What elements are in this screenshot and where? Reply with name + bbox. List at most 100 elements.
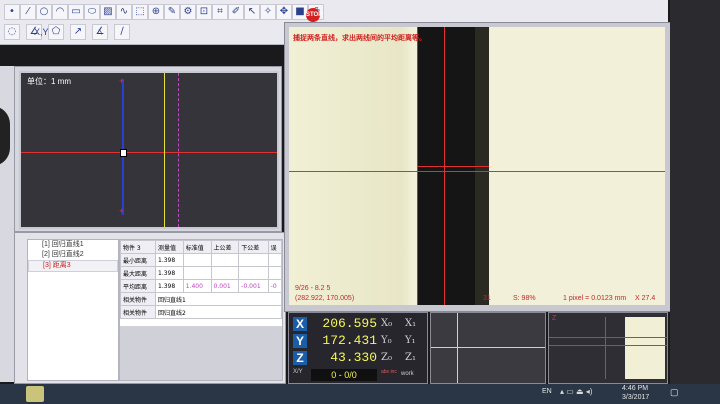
app-taskbar-icon[interactable] — [26, 386, 44, 402]
mini-bright-area — [625, 317, 665, 379]
pan-icon[interactable]: ✥ — [276, 4, 292, 20]
tree-item[interactable]: [1] 回归直线1 — [28, 240, 118, 250]
left-side-strip — [0, 66, 15, 290]
inc-label[interactable]: abs inc — [381, 369, 397, 375]
rect-icon[interactable]: ▭ — [68, 4, 84, 20]
tree-item-label: 回归直线1 — [51, 241, 84, 248]
frame-icon[interactable]: ⊡ — [196, 4, 212, 20]
mini-yellow-h — [431, 347, 545, 348]
results-row[interactable]: 最大距离 1.398 — [120, 266, 282, 280]
results-cell — [182, 253, 212, 267]
results-header-cell: 上公差 — [210, 240, 240, 254]
counter-display: 0 - 0/0 — [311, 369, 377, 381]
tree-item[interactable]: [2] 回归直线2 — [28, 250, 118, 260]
results-cell — [210, 266, 240, 280]
results-cell: 1.398 — [155, 253, 184, 267]
curve-icon[interactable]: ∿ — [116, 4, 132, 20]
z-value: 43.330 — [330, 350, 377, 365]
coord-line-1: 9/26 - 8.2 5 — [295, 285, 331, 292]
top-marker-icon: + — [119, 76, 125, 86]
z1-label[interactable]: Z₁ — [405, 352, 416, 363]
angle2-icon[interactable]: ∡ — [92, 24, 108, 40]
results-cell: 0.001 — [210, 279, 240, 293]
x0-label[interactable]: X₀ — [381, 318, 392, 329]
arrow-icon[interactable]: ↗ — [70, 24, 86, 40]
tree-item-index: [1] — [42, 241, 52, 248]
circle-icon[interactable]: ○ — [36, 4, 52, 20]
lasso-icon[interactable]: ◌ — [4, 24, 20, 40]
slash-icon[interactable]: ∕ — [114, 24, 130, 40]
results-row[interactable]: 平均距离 1.398 1.400 0.001 -0.001 -0 — [120, 279, 282, 293]
y-value: 172.431 — [322, 333, 377, 348]
clock-date[interactable]: 3/3/2017 — [622, 394, 649, 401]
results-table-wrap: 物件 3 测量值 标准值 上公差 下公差误最小距离 1.398 最大距离 1.398 平均距离 1… — [119, 239, 283, 381]
cad-canvas[interactable]: 单位：1 mm + + — [19, 71, 279, 229]
instruction-text: 捕捉两条直线，求出两线间的平均距离等。 — [293, 35, 426, 42]
tray-icons[interactable]: ▴ ▭ ⏏ ◂) — [560, 387, 592, 396]
y0-label[interactable]: Y₀ — [381, 335, 392, 346]
compass-icon[interactable]: ✧ — [260, 4, 276, 20]
camera-window: 捕捉两条直线，求出两线间的平均距离等。 9/26 - 8.2 5 (282.92… — [284, 22, 672, 312]
marker-point[interactable] — [120, 149, 127, 157]
measure-icon[interactable]: ⊕ — [148, 4, 164, 20]
point-icon[interactable]: • — [4, 4, 20, 20]
results-cell: 最大距离 — [120, 266, 156, 280]
status-x: X 27.4 — [635, 295, 656, 302]
bottom-left-strip — [0, 290, 14, 382]
monitor-bezel — [670, 0, 720, 384]
select-icon[interactable]: ⬚ — [132, 4, 148, 20]
camera-image[interactable]: 捕捉两条直线，求出两线间的平均距离等。 9/26 - 8.2 5 (282.92… — [289, 27, 665, 305]
taskbar: EN ▴ ▭ ⏏ ◂) 4:46 PM 3/3/2017 ▢ — [0, 384, 720, 404]
stop-button[interactable]: STOP — [306, 8, 322, 22]
results-table: 物件 3 测量值 标准值 上公差 下公差误最小距离 1.398 最大距离 1.398 平均距离 1… — [120, 240, 282, 319]
results-row[interactable]: 最小距离 1.398 — [120, 253, 282, 267]
results-header-cell: 误 — [267, 240, 282, 254]
results-header-cell: 物件 3 — [120, 240, 156, 254]
mini-red-h1 — [549, 337, 667, 338]
related-value: 回归直线2 — [155, 305, 282, 319]
dro-panel: X 206.595 X₀ X₁ Y 172.431 Y₀ Y₁ Z 43.330… — [288, 312, 428, 384]
y1-label[interactable]: Y₁ — [405, 335, 416, 346]
arc-icon[interactable]: ◠ — [52, 4, 68, 20]
hatch-icon[interactable]: ▨ — [100, 4, 116, 20]
mini-view-2[interactable]: Z — [548, 312, 668, 384]
xy-button[interactable]: X,Y — [34, 27, 49, 37]
clock-time[interactable]: 4:46 PM — [622, 385, 648, 392]
y-axis-label: Y — [293, 334, 307, 348]
results-empty-area — [120, 326, 282, 380]
z0-label[interactable]: Z₀ — [381, 352, 392, 363]
pen-icon[interactable]: ✐ — [228, 4, 244, 20]
related-row[interactable]: 相关物件 回归直线2 — [120, 305, 282, 319]
bottom-left-panel: [1] 回归直线1 [2] 回归直线2 [3] 距离3 物件 3 测量值 标准值 上公差下… — [14, 232, 286, 384]
results-header-cell: 下公差 — [238, 240, 269, 254]
results-cell — [210, 253, 240, 267]
results-cell: 1.398 — [155, 279, 184, 293]
results-cell: 1.400 — [182, 279, 212, 293]
xy-mini-label[interactable]: X/Y — [293, 369, 303, 375]
gear-icon[interactable]: ⚙ — [180, 4, 196, 20]
related-label: 相关物件 — [120, 292, 156, 306]
cursor-icon[interactable]: ↖ — [244, 4, 260, 20]
related-row[interactable]: 相关物件 回归直线1 — [120, 292, 282, 306]
ellipse-icon[interactable]: ⬭ — [84, 4, 100, 20]
mini-red-v — [605, 317, 606, 379]
work-label[interactable]: work — [401, 371, 414, 377]
language-indicator[interactable]: EN — [542, 388, 552, 395]
results-header-row: 物件 3 测量值 标准值 上公差 下公差误 — [120, 240, 282, 254]
line-icon[interactable]: ⁄ — [20, 4, 36, 20]
toolbar-row-1: •⁄○◠▭⬭▨∿⬚⊕✎⚙⊡⌗✐↖✧✥■⎙ — [4, 4, 664, 20]
tree-item[interactable]: [3] 距离3 — [28, 260, 118, 272]
results-cell — [267, 266, 282, 280]
notification-icon[interactable]: ▢ — [670, 387, 679, 398]
polygon-icon[interactable]: ⬠ — [48, 24, 64, 40]
mini-view-1[interactable] — [430, 312, 546, 384]
x1-label[interactable]: X₁ — [405, 318, 416, 329]
results-header-cell: 测量值 — [155, 240, 184, 254]
crop-icon[interactable]: ⌗ — [212, 4, 228, 20]
results-cell: 平均距离 — [120, 279, 156, 293]
edit-icon[interactable]: ✎ — [164, 4, 180, 20]
results-cell — [182, 266, 212, 280]
results-cell — [267, 253, 282, 267]
z-axis-label: Z — [293, 351, 307, 365]
results-cell — [238, 266, 269, 280]
